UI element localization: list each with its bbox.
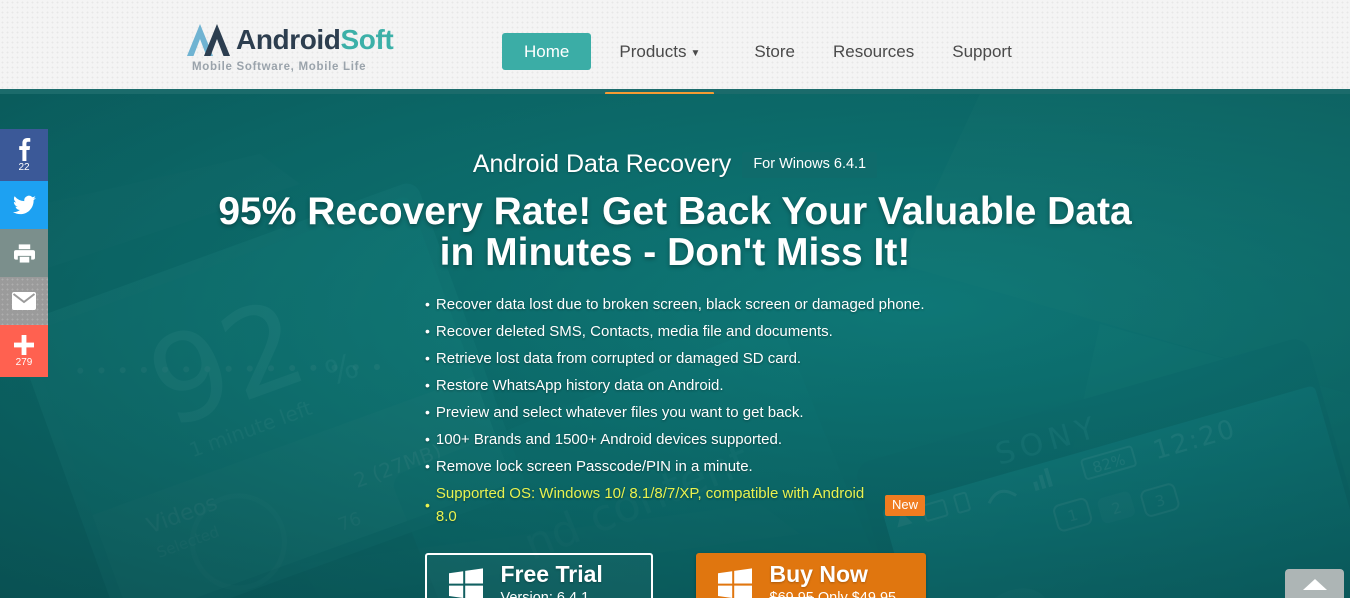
logo-text-soft: Soft bbox=[340, 24, 394, 55]
twitter-icon bbox=[12, 195, 36, 215]
bullet-marker: • bbox=[425, 496, 430, 513]
list-item: • Restore WhatsApp history data on Andro… bbox=[425, 374, 925, 397]
site-header: AndroidSoft Mobile Software, Mobile Life… bbox=[0, 0, 1350, 98]
plus-icon bbox=[14, 335, 34, 355]
feature-text: Recover deleted SMS, Contacts, media fil… bbox=[435, 323, 833, 340]
feature-text: Retrieve lost data from corrupted or dam… bbox=[435, 350, 802, 367]
nav-item-home[interactable]: Home bbox=[502, 33, 592, 70]
bullet-marker: • bbox=[425, 350, 430, 366]
nav-label-resources: Resources bbox=[833, 42, 915, 61]
logo-tagline: Mobile Software, Mobile Life bbox=[192, 61, 367, 73]
nav-label-products: Products bbox=[619, 42, 687, 61]
social-share-rail: 22 279 bbox=[0, 129, 48, 377]
list-item: • Retrieve lost data from corrupted or d… bbox=[425, 347, 925, 370]
bullet-marker: • bbox=[425, 377, 430, 393]
hero-headline: 95% Recovery Rate! Get Back Your Valuabl… bbox=[218, 191, 1131, 273]
headline-line-1: 95% Recovery Rate! Get Back Your Valuabl… bbox=[218, 190, 1132, 233]
chevron-down-icon: ▼ bbox=[690, 48, 701, 59]
buy-now-pricing: $69.95 Only $49.95 bbox=[770, 590, 897, 598]
logo-text-android: Android bbox=[236, 24, 341, 55]
nav-item-resources[interactable]: Resources bbox=[819, 33, 928, 70]
list-item: • Remove lock screen Passcode/PIN in a m… bbox=[425, 455, 925, 478]
nav-label-support: Support bbox=[952, 42, 1012, 61]
hero-banner: 92 % 1 minute left Videos Selected 2 (27… bbox=[0, 94, 1350, 598]
site-logo[interactable]: AndroidSoft Mobile Software, Mobile Life bbox=[186, 22, 394, 73]
envelope-icon bbox=[12, 292, 36, 310]
bullet-marker: • bbox=[425, 404, 430, 420]
mountain-logo-icon bbox=[187, 24, 230, 56]
list-item: • Recover data lost due to broken screen… bbox=[425, 293, 925, 316]
free-trial-label: Free Trial bbox=[500, 561, 603, 587]
headline-line-2: in Minutes - Don't Miss It! bbox=[439, 231, 911, 274]
platform-version-badge: For Winows 6.4.1 bbox=[742, 151, 878, 178]
nav-item-support[interactable]: Support bbox=[938, 33, 1026, 70]
chevron-up-icon bbox=[1302, 578, 1327, 590]
hero-content: Android Data Recovery For Winows 6.4.1 9… bbox=[0, 94, 1350, 598]
status-badge-new: New bbox=[884, 494, 925, 516]
bullet-marker: • bbox=[425, 323, 430, 339]
feature-text: Remove lock screen Passcode/PIN in a min… bbox=[435, 458, 753, 475]
list-item: • Preview and select whatever files you … bbox=[425, 401, 925, 424]
list-item-supported-os: • Supported OS: Windows 10/ 8.1/8/7/XP, … bbox=[425, 482, 925, 528]
facebook-icon bbox=[18, 138, 30, 161]
share-email-button[interactable] bbox=[0, 277, 48, 325]
main-navigation: Home Products ▼ Store Resources Support bbox=[502, 33, 1026, 98]
feature-text: 100+ Brands and 1500+ Android devices su… bbox=[435, 431, 782, 448]
buy-now-button[interactable]: Buy Now $69.95 Only $49.95 bbox=[695, 553, 926, 598]
bullet-marker: • bbox=[425, 431, 430, 447]
nav-label-store: Store bbox=[754, 42, 795, 61]
free-trial-version: Version: 6.4.1 bbox=[500, 590, 590, 598]
facebook-share-count: 22 bbox=[18, 162, 30, 173]
share-count: 279 bbox=[15, 357, 33, 368]
share-print-button[interactable] bbox=[0, 229, 48, 277]
page-root: AndroidSoft Mobile Software, Mobile Life… bbox=[0, 0, 1350, 598]
feature-text: Recover data lost due to broken screen, … bbox=[435, 296, 925, 313]
share-twitter-button[interactable] bbox=[0, 181, 48, 229]
free-trial-button[interactable]: Free Trial Version: 6.4.1 bbox=[424, 553, 653, 598]
nav-item-products[interactable]: Products ▼ bbox=[605, 33, 715, 98]
bullet-marker: • bbox=[425, 458, 430, 474]
product-name: Android Data Recovery bbox=[472, 150, 732, 178]
hero-kicker: Android Data Recovery For Winows 6.4.1 bbox=[472, 150, 878, 179]
feature-text: Preview and select whatever files you wa… bbox=[435, 404, 804, 421]
printer-icon bbox=[13, 244, 35, 263]
share-more-button[interactable]: 279 bbox=[0, 325, 48, 377]
price-discounted: Only $49.95 bbox=[817, 590, 897, 598]
list-item: • Recover deleted SMS, Contacts, media f… bbox=[425, 320, 925, 343]
price-original: $69.95 bbox=[769, 590, 814, 598]
list-item: • 100+ Brands and 1500+ Android devices … bbox=[425, 428, 925, 451]
share-facebook-button[interactable]: 22 bbox=[0, 129, 48, 181]
windows-logo-icon bbox=[717, 567, 752, 598]
bullet-marker: • bbox=[425, 296, 430, 312]
logo-wordmark: AndroidSoft bbox=[236, 24, 394, 55]
nav-label-home: Home bbox=[524, 42, 570, 61]
feature-text: Restore WhatsApp history data on Android… bbox=[435, 377, 724, 394]
buy-now-label: Buy Now bbox=[769, 561, 868, 587]
windows-logo-icon bbox=[448, 567, 483, 598]
feature-text: Supported OS: Windows 10/ 8.1/8/7/XP, co… bbox=[435, 485, 865, 525]
nav-item-store[interactable]: Store bbox=[740, 33, 809, 70]
scroll-to-top-button[interactable] bbox=[1285, 569, 1344, 598]
feature-list: • Recover data lost due to broken screen… bbox=[425, 293, 925, 528]
cta-group: Free Trial Version: 6.4.1 Buy Now $69.95… bbox=[424, 553, 926, 598]
